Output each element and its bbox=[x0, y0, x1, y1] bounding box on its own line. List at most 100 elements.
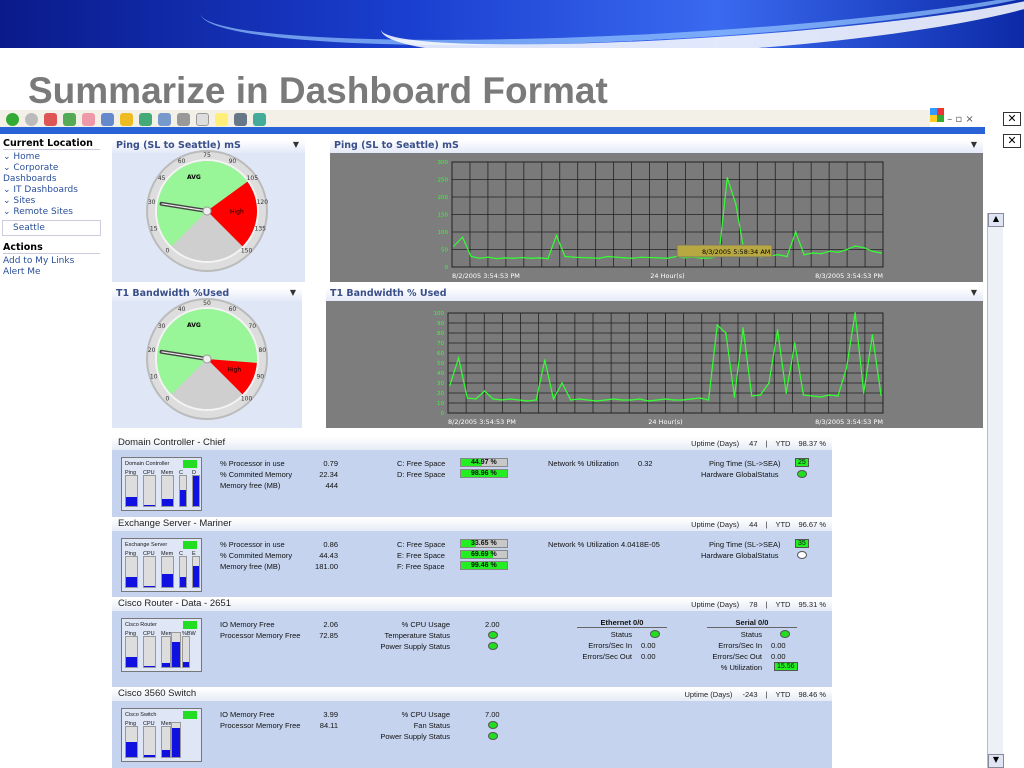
usage-bar bbox=[161, 636, 171, 668]
favorites-icon[interactable] bbox=[120, 112, 133, 126]
ytd-value: 95.31 % bbox=[798, 600, 826, 609]
data-point bbox=[621, 399, 624, 401]
data-point bbox=[449, 384, 451, 386]
sidebar-item-remote-sites[interactable]: ⌄ Remote Sites bbox=[0, 207, 103, 218]
interface-row-value: 0.00 bbox=[771, 641, 786, 650]
status-label: Power Supply Status bbox=[380, 732, 450, 741]
metric-value: 0.86 bbox=[323, 540, 338, 549]
sidebar-item-it-dashboards[interactable]: ⌄ IT Dashboards bbox=[0, 185, 103, 196]
uptime-label: Uptime (Days) bbox=[691, 439, 740, 448]
stop-icon[interactable] bbox=[44, 112, 57, 126]
minimize-icon[interactable]: – bbox=[947, 114, 952, 125]
metric-value: 84.11 bbox=[319, 721, 338, 730]
sidebar-item-home[interactable]: ⌄ Home bbox=[0, 152, 103, 163]
metric-label: IO Memory Free bbox=[220, 620, 275, 629]
data-point bbox=[664, 398, 667, 400]
data-point bbox=[521, 256, 524, 259]
data-point bbox=[578, 398, 581, 400]
panel-menu-icon[interactable]: ▼ bbox=[971, 288, 977, 297]
y-tick-label: 200 bbox=[438, 195, 449, 201]
usage-bar bbox=[143, 726, 156, 758]
gauge-tick-label: 20 bbox=[148, 347, 156, 354]
y-tick-label: 50 bbox=[441, 248, 448, 254]
back-icon[interactable] bbox=[6, 112, 19, 126]
usage-bar-fill bbox=[126, 576, 137, 587]
research-icon[interactable] bbox=[234, 112, 247, 126]
home-icon[interactable] bbox=[82, 112, 95, 126]
gauge-tick-label: 60 bbox=[229, 306, 237, 313]
close-button-2[interactable]: ✕ bbox=[1003, 134, 1021, 148]
forward-icon[interactable] bbox=[25, 112, 38, 126]
uptime-label: Uptime (Days) bbox=[691, 600, 740, 609]
data-point bbox=[681, 399, 684, 401]
usage-bar bbox=[125, 556, 138, 588]
edit-icon[interactable] bbox=[196, 112, 209, 126]
data-point bbox=[716, 324, 719, 326]
data-point bbox=[880, 252, 882, 254]
messenger-icon[interactable] bbox=[253, 112, 266, 126]
sidebar-item-seattle[interactable]: Seattle bbox=[2, 220, 101, 236]
panel-menu-icon[interactable]: ▼ bbox=[971, 140, 977, 149]
refresh-icon[interactable] bbox=[63, 112, 76, 126]
interface-row-label: % Utilization bbox=[720, 663, 762, 672]
vertical-scrollbar[interactable]: ▲ ▼ bbox=[987, 213, 1004, 768]
data-point bbox=[624, 257, 626, 259]
sidebar-item-sites[interactable]: ⌄ Sites bbox=[0, 196, 103, 207]
network-utilization-label: Network % Utilization bbox=[548, 459, 619, 468]
metric-label: Memory free (MB) bbox=[220, 562, 281, 571]
gauge-tick-label: 105 bbox=[247, 175, 259, 182]
data-point bbox=[768, 382, 770, 384]
disk-label: E: Free Space bbox=[397, 551, 445, 560]
data-point bbox=[700, 257, 703, 260]
panel-menu-icon[interactable]: ▼ bbox=[290, 288, 296, 297]
device-name: Domain Controller - Chief bbox=[118, 437, 226, 448]
ping-chart-panel: Ping (SL to Seattle) mS ▼ 0 50 100 150 200 250… bbox=[330, 140, 983, 282]
scroll-down-icon[interactable]: ▼ bbox=[988, 754, 1004, 768]
x-axis-label: 8/2/2005 3:54:53 PM bbox=[452, 272, 520, 280]
x-axis-label: 8/3/2005 3:54:53 PM bbox=[815, 272, 883, 280]
scroll-up-icon[interactable]: ▲ bbox=[988, 213, 1004, 227]
close-icon[interactable]: × bbox=[965, 114, 973, 125]
search-icon[interactable] bbox=[101, 112, 114, 126]
uptime-label: Uptime (Days) bbox=[684, 690, 733, 699]
close-button[interactable]: ✕ bbox=[1003, 112, 1021, 126]
disk-free-gauge: 99.46 % bbox=[460, 561, 508, 570]
usage-bar-fill bbox=[162, 499, 173, 506]
status-indicator bbox=[488, 732, 498, 740]
data-point bbox=[504, 257, 507, 259]
restore-icon[interactable]: ▫ bbox=[955, 114, 962, 125]
data-point bbox=[656, 399, 658, 401]
status-led bbox=[183, 460, 197, 468]
print-icon[interactable] bbox=[177, 112, 190, 126]
data-point bbox=[478, 257, 481, 260]
sidebar-item-corporate-dashboards[interactable]: ⌄ Corporate Dashboards bbox=[0, 163, 103, 185]
action-add-to-my-links[interactable]: Add to My Links bbox=[0, 256, 103, 267]
device-panel: Cisco Router - Data - 2651 Uptime (Days) … bbox=[112, 598, 832, 687]
mini-chart-title: Cisco Switch bbox=[125, 712, 157, 718]
interface-row-label: Errors/Sec Out bbox=[582, 652, 632, 661]
y-tick-label: 250 bbox=[438, 178, 449, 184]
x-axis-label: 24 Hour(s) bbox=[648, 418, 682, 426]
disk-free-gauge: 44.97 % bbox=[460, 458, 508, 467]
mail-icon[interactable] bbox=[158, 112, 171, 126]
gauge-tick-label: 10 bbox=[150, 373, 158, 380]
metric-value: 2.06 bbox=[323, 620, 338, 629]
interface-row-label: Status bbox=[740, 630, 762, 639]
metric-label: Memory free (MB) bbox=[220, 481, 281, 490]
mini-chart-title: Cisco Router bbox=[125, 622, 157, 628]
discuss-icon[interactable] bbox=[215, 112, 228, 126]
status-led bbox=[183, 711, 197, 719]
data-point bbox=[707, 399, 710, 401]
gauge-tick-label: 135 bbox=[255, 225, 267, 232]
action-alert-me[interactable]: Alert Me bbox=[0, 267, 103, 278]
panel-menu-icon[interactable]: ▼ bbox=[293, 140, 299, 149]
ping-time-label: Ping Time (SL->SEA) bbox=[709, 459, 781, 468]
high-label: High bbox=[227, 367, 241, 374]
metric-value: 22.34 bbox=[319, 470, 338, 479]
interface-utilization-value: 15.56 bbox=[774, 662, 798, 671]
interface-title: Ethernet 0/0 bbox=[577, 618, 667, 628]
y-tick-label: 20 bbox=[437, 391, 444, 397]
disk-free-value: 69.69 % bbox=[471, 551, 497, 558]
history-icon[interactable] bbox=[139, 112, 152, 126]
device-name: Cisco Router - Data - 2651 bbox=[118, 598, 231, 609]
